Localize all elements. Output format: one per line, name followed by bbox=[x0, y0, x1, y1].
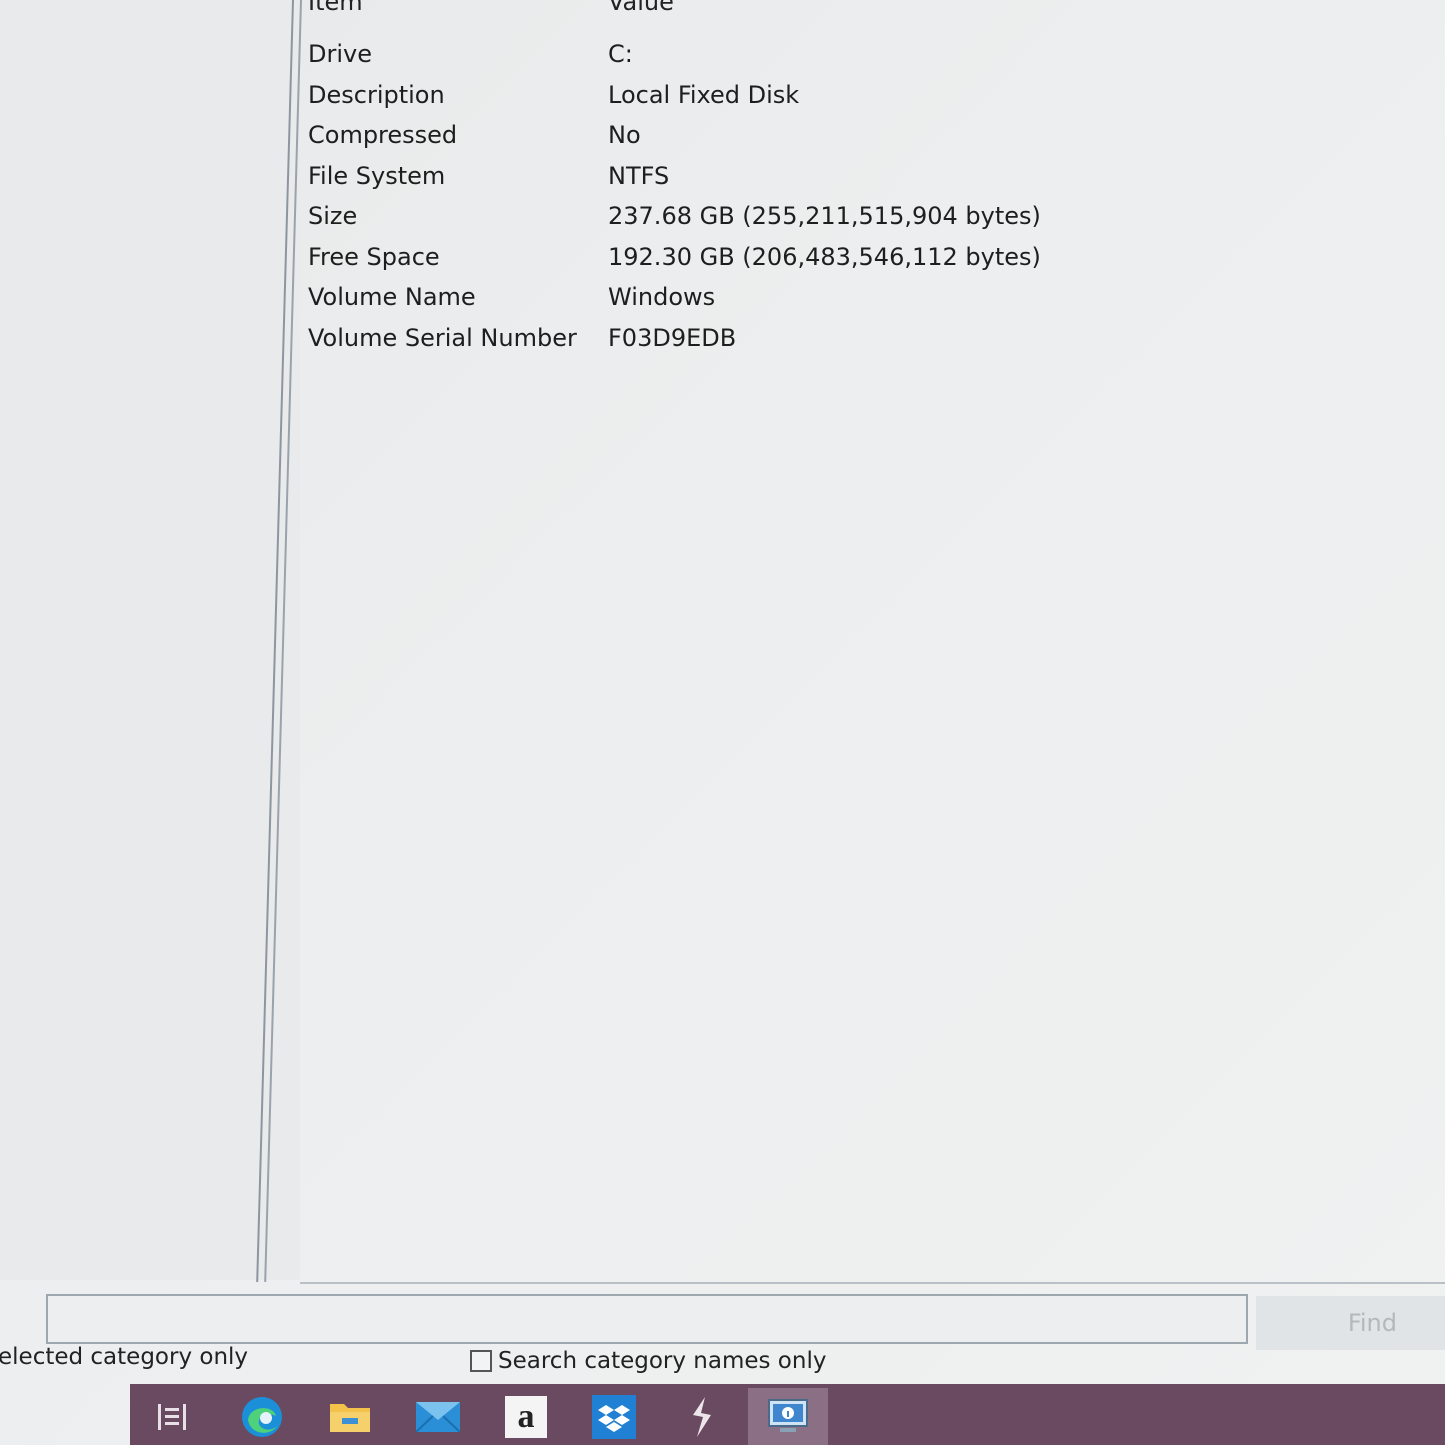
table-row[interactable]: Volume Name Windows bbox=[308, 279, 1408, 320]
taskbar-dropbox[interactable] bbox=[574, 1388, 654, 1445]
search-category-names-only-option[interactable]: Search category names only bbox=[470, 1348, 826, 1374]
app-icon bbox=[693, 1396, 711, 1437]
category-names-only-checkbox[interactable] bbox=[470, 1350, 492, 1372]
mail-icon bbox=[415, 1401, 461, 1433]
row-value-cell: 237.68 GB (255,211,515,904 bytes) bbox=[608, 202, 1041, 230]
taskbar-system-information[interactable] bbox=[748, 1388, 828, 1445]
edge-icon bbox=[242, 1396, 282, 1437]
taskbar: a bbox=[130, 1384, 1445, 1445]
row-value-cell: NTFS bbox=[608, 161, 670, 190]
table-row[interactable]: Volume Serial Number F03D9EDB bbox=[308, 320, 1408, 361]
table-row[interactable]: Size 237.68 GB (255,211,515,904 bytes) bbox=[308, 198, 1408, 239]
row-item-cell: File System bbox=[308, 161, 446, 190]
row-value-cell: C: bbox=[608, 40, 633, 68]
row-value-cell: 192.30 GB (206,483,546,112 bytes) bbox=[608, 242, 1041, 271]
category-tree-pane[interactable] bbox=[0, 0, 300, 1280]
details-rows: Drive C: Description Local Fixed Disk Compre… bbox=[308, 36, 1408, 360]
row-item-cell: Drive bbox=[308, 40, 372, 68]
row-item-cell: Volume Name bbox=[308, 283, 476, 311]
table-row[interactable]: Drive C: bbox=[308, 36, 1408, 77]
row-item-cell: Compressed bbox=[308, 121, 458, 149]
table-row[interactable]: Free Space 192.30 GB (206,483,546,112 byt… bbox=[308, 239, 1408, 280]
amazon-glyph: a bbox=[517, 1397, 535, 1435]
table-row[interactable]: File System NTFS bbox=[308, 158, 1408, 199]
taskbar-task-view[interactable] bbox=[134, 1388, 214, 1445]
taskbar-file-explorer[interactable] bbox=[310, 1388, 390, 1445]
row-value-cell: F03D9EDB bbox=[608, 323, 737, 352]
system-information-icon bbox=[768, 1398, 808, 1432]
column-header-value[interactable]: Value bbox=[608, 0, 674, 16]
amazon-icon: a bbox=[505, 1395, 547, 1438]
dropbox-icon bbox=[592, 1394, 636, 1439]
row-value-cell: Windows bbox=[608, 283, 716, 311]
taskbar-amazon[interactable]: a bbox=[486, 1388, 566, 1445]
row-value-cell: No bbox=[608, 121, 641, 149]
row-value-cell: Local Fixed Disk bbox=[608, 80, 800, 109]
system-information-window: Item Value Drive C: Description Local Fixed… bbox=[0, 0, 1445, 1445]
find-what-input[interactable] bbox=[46, 1294, 1248, 1344]
row-item-cell: Size bbox=[308, 202, 358, 230]
table-row[interactable]: Compressed No bbox=[308, 117, 1408, 158]
table-row[interactable]: Description Local Fixed Disk bbox=[308, 77, 1408, 118]
taskbar-edge[interactable] bbox=[222, 1388, 302, 1445]
details-list-pane: Item Value Drive C: Description Local Fixed… bbox=[300, 0, 1445, 1284]
taskbar-mail[interactable] bbox=[398, 1388, 478, 1445]
row-item-cell: Description bbox=[308, 80, 445, 109]
column-header-item[interactable]: Item bbox=[308, 0, 363, 16]
search-selected-category-only-option[interactable]: elected category only bbox=[0, 1344, 248, 1370]
find-button[interactable]: Find bbox=[1256, 1296, 1445, 1350]
row-item-cell: Free Space bbox=[308, 242, 440, 271]
file-explorer-icon bbox=[330, 1403, 370, 1432]
category-names-only-label: Search category names only bbox=[498, 1348, 827, 1374]
list-header: Item Value bbox=[308, 0, 1408, 24]
task-view-icon bbox=[158, 1403, 186, 1430]
row-item-cell: Volume Serial Number bbox=[308, 323, 577, 352]
taskbar-app[interactable] bbox=[662, 1388, 742, 1445]
